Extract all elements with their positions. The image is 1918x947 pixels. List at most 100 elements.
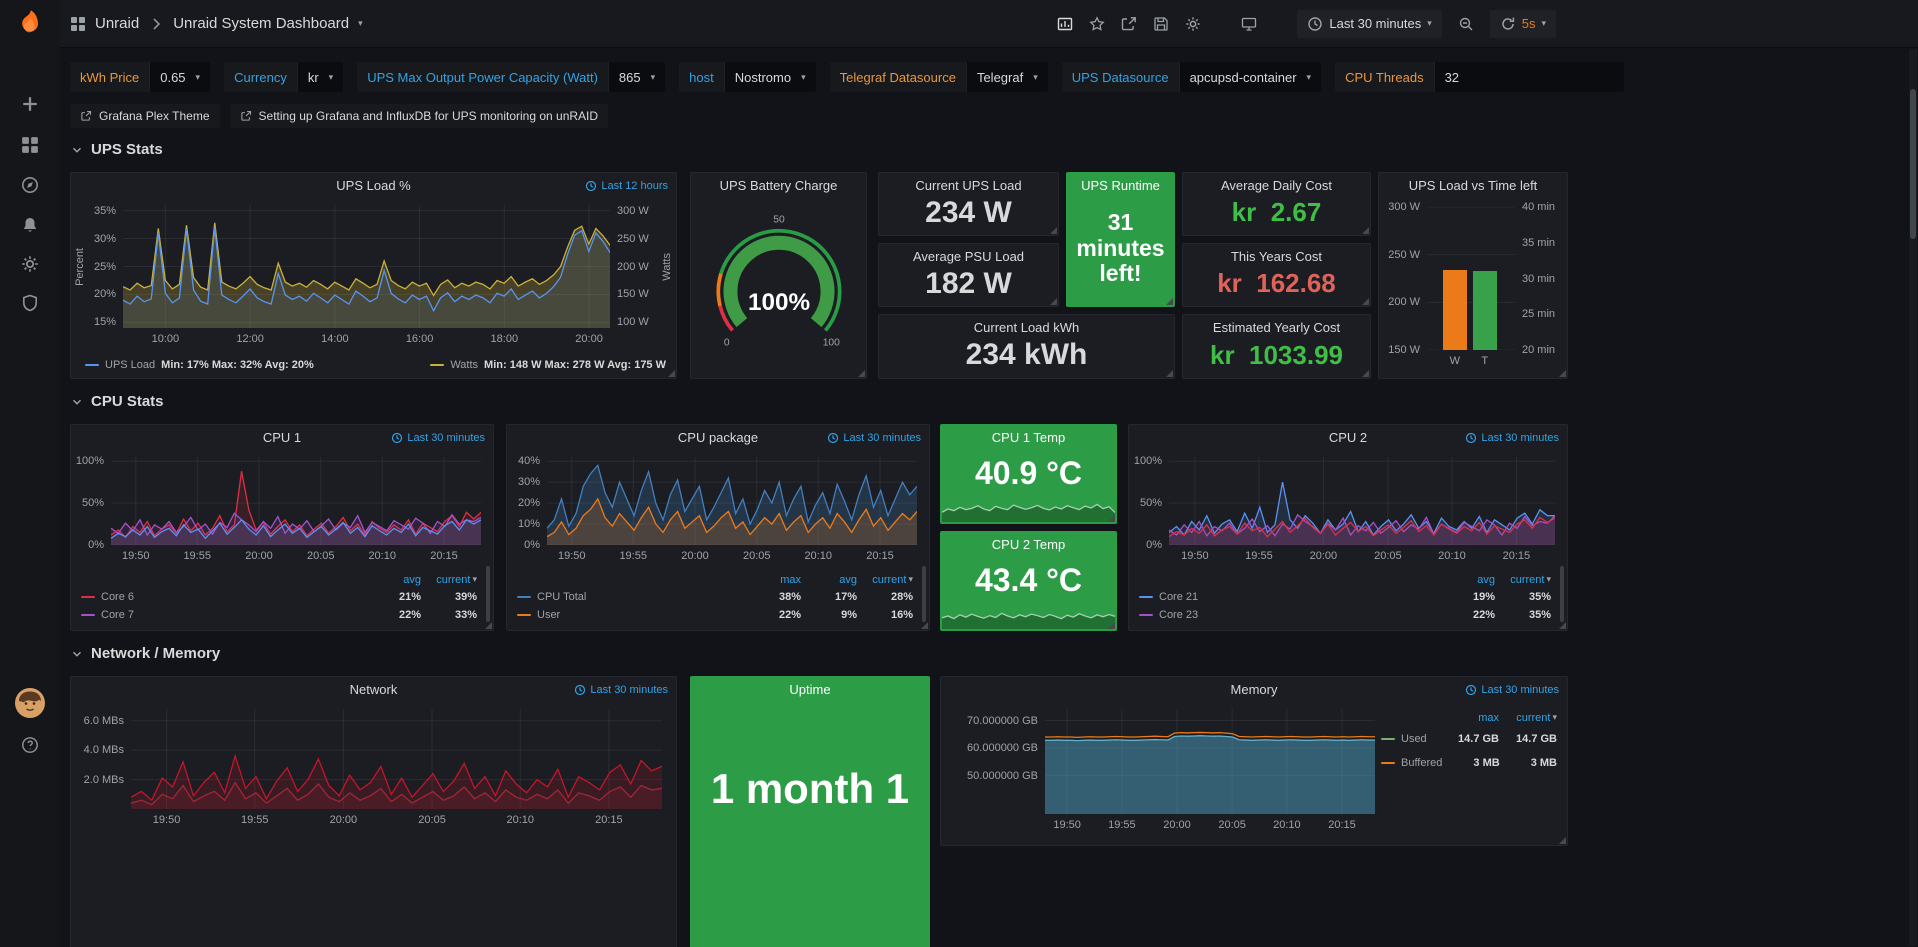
dashboards-icon[interactable] — [21, 136, 39, 154]
variable-value-dropdown[interactable]: apcupsd-container▾ — [1179, 62, 1322, 92]
alerting-bell-icon[interactable] — [21, 216, 39, 234]
resize-handle[interactable] — [921, 622, 928, 629]
memory-chart[interactable] — [1045, 709, 1375, 814]
resize-handle[interactable] — [1050, 298, 1057, 305]
legend-row[interactable]: Core 7 22% 33% — [81, 606, 477, 624]
legend-row[interactable]: Core 21 19% 35% — [1139, 588, 1551, 606]
variable-currency: Currency kr▾ — [224, 62, 343, 92]
section-ups-stats[interactable]: UPS Stats — [70, 141, 163, 158]
resize-handle[interactable] — [1166, 298, 1173, 305]
legend-item[interactable]: Watts Min: 148 W Max: 278 W Avg: 175 W — [430, 359, 666, 371]
resize-handle[interactable] — [858, 370, 865, 377]
panel-time-range[interactable]: Last 12 hours — [585, 180, 668, 192]
panel-time-range[interactable]: Last 30 minutes — [574, 684, 668, 696]
legend-row[interactable]: CPU Total 38% 17% 28% — [517, 588, 913, 606]
panel-this-years-cost: This Years Cost kr 162.68 — [1182, 243, 1371, 307]
save-icon[interactable] — [1153, 16, 1169, 32]
bar-time-left[interactable] — [1473, 271, 1497, 350]
panel-title[interactable]: UPS Runtime — [1067, 173, 1174, 199]
legend-header: avg current▾ — [1139, 572, 1551, 588]
legend-row[interactable]: Core 23 22% 35% — [1139, 606, 1551, 624]
create-icon[interactable] — [21, 95, 39, 113]
stat-value: 31 minutes left! — [1073, 199, 1168, 298]
resize-handle[interactable] — [1362, 227, 1369, 234]
link-ups-monitoring-guide[interactable]: Setting up Grafana and InfluxDB for UPS … — [230, 104, 609, 128]
breadcrumb-app[interactable]: Unraid — [95, 15, 139, 32]
bar-chart-grid[interactable] — [1427, 207, 1515, 350]
panel-time-range[interactable]: Last 30 minutes — [827, 432, 921, 444]
cpu-package-legend: max avg current▾ CPU Total 38% 17% 28% U… — [517, 572, 913, 624]
zoom-out-icon[interactable] — [1458, 16, 1474, 32]
sort-caret-icon: ▾ — [1546, 574, 1551, 586]
resize-handle[interactable] — [1108, 622, 1115, 629]
resize-handle[interactable] — [1362, 370, 1369, 377]
link-grafana-plex-theme[interactable]: Grafana Plex Theme — [70, 104, 220, 128]
variable-ups-max-output: UPS Max Output Power Capacity (Watt) 865… — [357, 62, 665, 92]
help-icon[interactable] — [21, 736, 39, 754]
panel-title[interactable]: CPU 2 Temp — [941, 532, 1116, 558]
page-scrollbar[interactable] — [1909, 49, 1917, 946]
legend-scrollbar[interactable] — [1560, 566, 1564, 622]
legend-row[interactable]: User 22% 9% 16% — [517, 606, 913, 624]
page-scrollbar-thumb[interactable] — [1910, 89, 1916, 239]
cpu-package-chart[interactable] — [547, 457, 917, 545]
grafana-logo[interactable] — [14, 8, 46, 40]
star-icon[interactable] — [1089, 16, 1105, 32]
resize-handle[interactable] — [1559, 370, 1566, 377]
user-avatar[interactable] — [15, 688, 45, 718]
add-panel-icon[interactable] — [1057, 16, 1073, 32]
resize-handle[interactable] — [1559, 837, 1566, 844]
refresh-picker[interactable]: 5s ▾ — [1490, 10, 1556, 38]
resize-handle[interactable] — [1050, 227, 1057, 234]
resize-handle[interactable] — [1108, 515, 1115, 522]
cpu1-chart[interactable] — [111, 457, 481, 545]
x-axis-labels: 19:5019:5520:0020:0520:1020:15 — [1169, 545, 1555, 563]
caret-down-icon[interactable]: ▾ — [358, 18, 363, 29]
resize-handle[interactable] — [1166, 370, 1173, 377]
legend-row[interactable]: Buffered 3 MB 3 MB — [1381, 751, 1557, 775]
y-axis-left-labels: 15%20%25%30%35% — [78, 205, 116, 328]
time-range-picker[interactable]: Last 30 minutes ▾ — [1297, 10, 1441, 38]
legend-row[interactable]: Core 6 21% 39% — [81, 588, 477, 606]
settings-gear-icon[interactable] — [1185, 16, 1201, 32]
resize-handle[interactable] — [485, 622, 492, 629]
dashboard-title[interactable]: Unraid System Dashboard — [173, 15, 349, 32]
bar-watts[interactable] — [1443, 270, 1467, 350]
legend-item[interactable]: UPS Load Min: 17% Max: 32% Avg: 20% — [85, 359, 314, 371]
legend-row[interactable]: Used 14.7 GB 14.7 GB — [1381, 727, 1557, 751]
panel-time-range[interactable]: Last 30 minutes — [1465, 432, 1559, 444]
panel-title[interactable]: UPS Battery Charge — [691, 173, 866, 199]
series-color-marker — [517, 614, 531, 616]
network-chart[interactable] — [131, 709, 662, 809]
panel-title[interactable]: Uptime — [691, 677, 929, 703]
resize-handle[interactable] — [668, 370, 675, 377]
admin-shield-icon[interactable] — [21, 294, 39, 312]
variable-value-input[interactable]: 32 — [1434, 62, 1624, 92]
panel-time-range[interactable]: Last 30 minutes — [391, 432, 485, 444]
resize-handle[interactable] — [1362, 298, 1369, 305]
ups-load-chart[interactable] — [123, 205, 610, 328]
panel-time-range[interactable]: Last 30 minutes — [1465, 684, 1559, 696]
gauge-value: 100% — [747, 289, 809, 316]
panel-title[interactable]: UPS Load vs Time left — [1379, 173, 1567, 199]
variable-value-dropdown[interactable]: kr▾ — [297, 62, 343, 92]
sort-caret-icon: ▾ — [472, 574, 477, 586]
variable-value-dropdown[interactable]: Nostromo▾ — [724, 62, 816, 92]
legend-scrollbar[interactable] — [922, 566, 926, 622]
variable-value-dropdown[interactable]: 0.65▾ — [149, 62, 210, 92]
cpu2-legend: avg current▾ Core 21 19% 35% Core 23 22%… — [1139, 572, 1551, 624]
cpu1-chart-area: 0%50%100% 19:5019:5520:0020:0520:1020:15 — [111, 457, 481, 545]
apps-grid-icon[interactable] — [70, 16, 86, 32]
cpu2-chart[interactable] — [1169, 457, 1555, 545]
legend-scrollbar[interactable] — [486, 566, 490, 622]
tv-kiosk-icon[interactable] — [1241, 16, 1257, 32]
panel-title[interactable]: CPU 1 Temp — [941, 425, 1116, 451]
variable-value-dropdown[interactable]: Telegraf▾ — [966, 62, 1048, 92]
resize-handle[interactable] — [1559, 622, 1566, 629]
explore-compass-icon[interactable] — [21, 176, 39, 194]
variable-value-dropdown[interactable]: 865▾ — [608, 62, 665, 92]
section-network-memory[interactable]: Network / Memory — [70, 645, 220, 662]
section-cpu-stats[interactable]: CPU Stats — [70, 393, 164, 410]
share-icon[interactable] — [1121, 16, 1137, 32]
configuration-gear-icon[interactable] — [21, 255, 39, 273]
